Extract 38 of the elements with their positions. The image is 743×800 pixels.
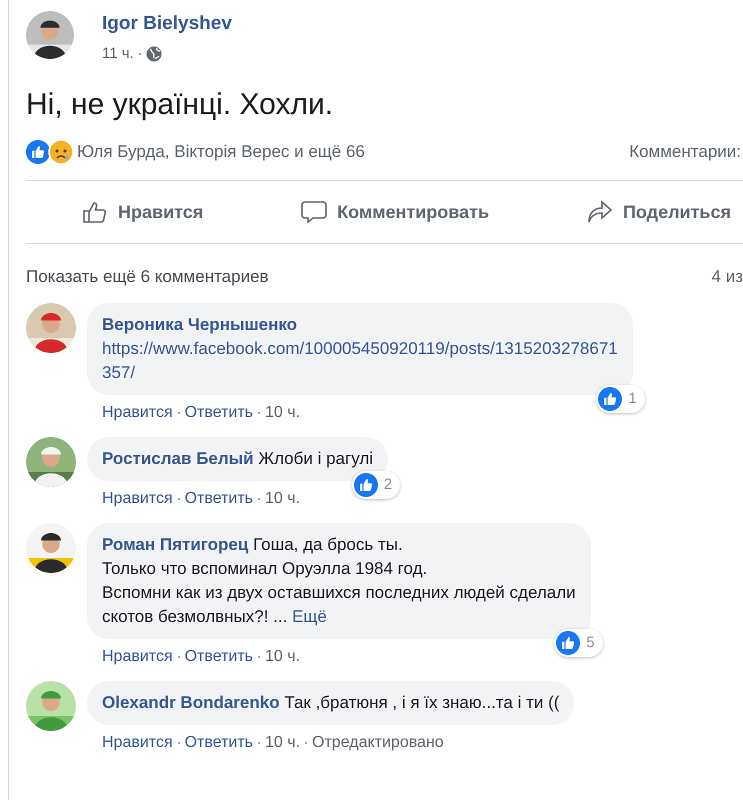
like-reaction-icon: [26, 140, 50, 164]
commenter-name[interactable]: Вероника Чернышенко: [102, 312, 618, 336]
like-reaction-icon: [598, 386, 622, 410]
comment-text: Olexandr Bondarenko Так ,братюня , і я їх знаю...та і ти ((: [102, 692, 560, 714]
post-text: Ні, не українці. Хохли.: [26, 87, 334, 123]
comment-action[interactable]: Ответить: [184, 730, 253, 754]
reactions-summary[interactable]: Юля Бурда, Вікторія Верес и ещё 66: [77, 139, 365, 165]
comment-action[interactable]: Нравится: [102, 400, 173, 424]
globe-icon: [146, 46, 162, 62]
post-action-button[interactable]: Комментировать: [301, 198, 490, 226]
speech-bubble-icon: [301, 200, 328, 224]
comment-action: 10 ч.: [265, 646, 300, 666]
comment-action[interactable]: Нравится: [102, 730, 173, 754]
comment-text: Роман Пятигорец Гоша, да брось ты. Только что вспоминал Оруэлла 1984 год. Вспомни как из двух оставшихся последних людей сделали скотов безмолвных?! ... Ещё: [102, 534, 576, 628]
comments-counter: 4 из: [712, 266, 743, 288]
like-reaction-icon: [556, 630, 580, 654]
thumbs-up-icon: [82, 200, 108, 224]
post-time[interactable]: 11 ч.: [102, 42, 134, 65]
comment-action[interactable]: Нравится: [102, 644, 173, 668]
comments-count[interactable]: Комментарии:: [629, 139, 741, 165]
comment-action: 10 ч.: [265, 488, 300, 508]
comment-action[interactable]: Ответить: [184, 644, 253, 668]
like-reaction-icon: [354, 472, 378, 496]
comment-action: Отредактировано: [312, 732, 444, 752]
crying-face-icon: [48, 139, 74, 165]
comment-text: Ростислав Белый Жлоби і рагулі: [102, 448, 374, 470]
author-name[interactable]: Igor Bielyshev: [102, 10, 232, 38]
comment-link[interactable]: https://www.facebook.com/100005450920119/posts/1315203278671 357/: [102, 336, 618, 384]
comment-action: 10 ч.: [265, 402, 300, 422]
comment-action[interactable]: Нравится: [102, 486, 173, 510]
post-action-button[interactable]: Поделиться: [586, 198, 731, 226]
show-more-comments-link[interactable]: Показать ещё 6 комментариев: [26, 264, 269, 290]
share-arrow-icon: [586, 200, 613, 224]
comment-action[interactable]: Ответить: [184, 486, 253, 510]
post-action-button[interactable]: Нравится: [82, 198, 204, 226]
comment-action[interactable]: Ответить: [184, 400, 253, 424]
comment-action: 10 ч.: [265, 732, 300, 752]
see-more-link[interactable]: Ещё: [292, 606, 327, 626]
